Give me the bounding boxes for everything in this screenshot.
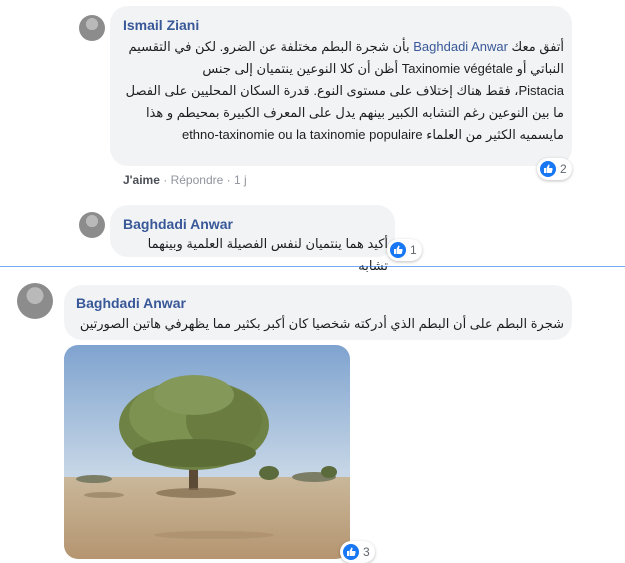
reaction-count[interactable]: 1 — [387, 239, 422, 261]
comment-text: أتفق معك Baghdadi Anwar بأن شجرة البطم م… — [118, 36, 564, 146]
avatar[interactable] — [79, 15, 105, 41]
like-link[interactable]: J'aime — [123, 173, 160, 187]
reply-link[interactable]: Répondre — [171, 173, 224, 187]
comment-actions: J'aime · Répondre · 1 j — [123, 173, 247, 187]
comment-line: أتفق معك Baghdadi Anwar بأن شجرة البطم م… — [128, 39, 564, 54]
comment-line: النباتي أو Taxinomie végétale أظن أن كلا… — [202, 61, 564, 76]
comment-line: مايسميه الكثير من العلماء ethno-taxinomi… — [181, 127, 564, 142]
comment-text: شجرة البطم على أن البطم الذي أدركته شخصي… — [79, 316, 564, 331]
comment-author[interactable]: Baghdadi Anwar — [123, 216, 233, 232]
avatar[interactable] — [79, 212, 105, 238]
thread-divider — [0, 266, 625, 267]
reaction-count[interactable]: 2 — [537, 158, 572, 180]
comment-photo[interactable] — [64, 345, 350, 559]
comment-author[interactable]: Ismail Ziani — [123, 17, 199, 33]
like-icon — [540, 161, 556, 177]
comment-author[interactable]: Baghdadi Anwar — [76, 295, 186, 311]
avatar[interactable] — [17, 283, 53, 319]
like-icon — [343, 544, 359, 560]
mention-link[interactable]: Baghdadi Anwar — [413, 39, 508, 54]
like-icon — [390, 242, 406, 258]
comment-line: ما بين النوعين رغم التشابه الكبير بينهم … — [145, 105, 564, 120]
tree-image — [64, 345, 350, 559]
comment-line: Pistacia، فقط هناك إختلاف على مستوى النو… — [125, 83, 564, 98]
comment-time[interactable]: 1 j — [234, 173, 247, 187]
comment-text: أكيد هما ينتميان لنفس الفصيلة العلمية وب… — [147, 236, 388, 273]
